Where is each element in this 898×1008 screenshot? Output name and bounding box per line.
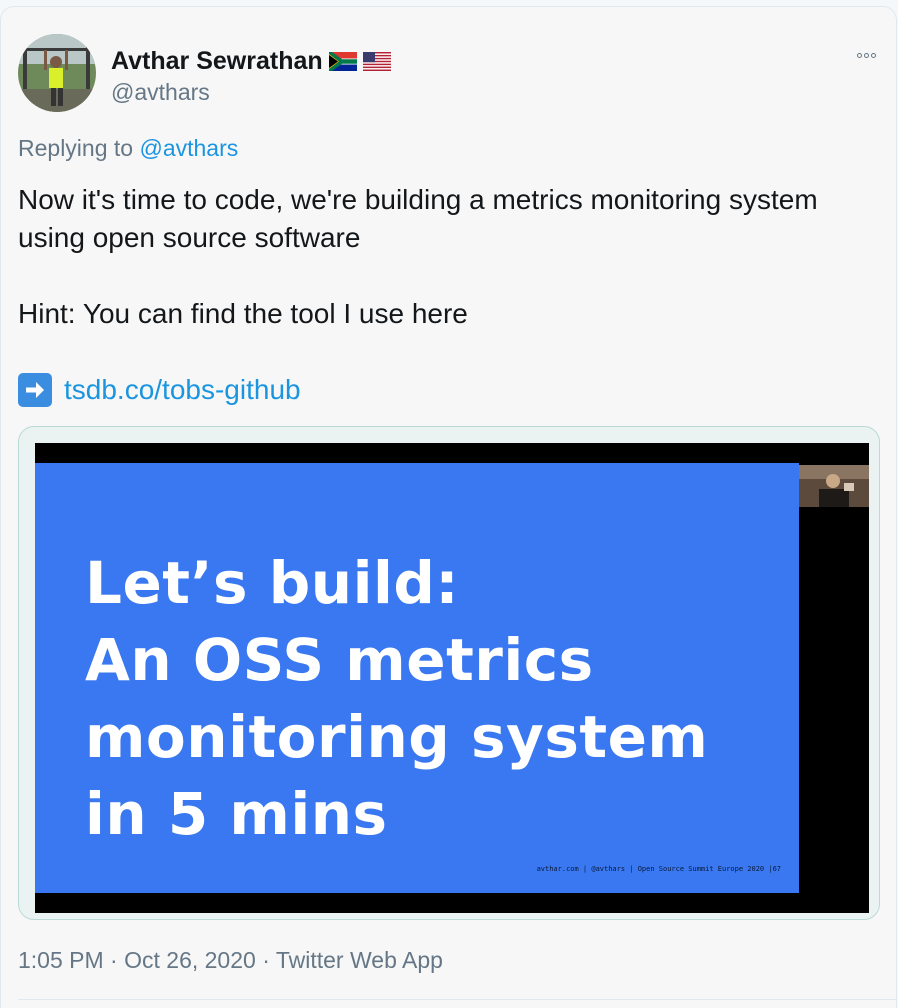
tweet-text: Now it's time to code, we're building a … (18, 181, 878, 409)
video-frame[interactable]: Let’s build: An OSS metrics monitoring s… (35, 443, 869, 913)
reply-prefix: Replying to (18, 135, 134, 161)
divider (18, 999, 896, 1000)
tweet-date[interactable]: Oct 26, 2020 (124, 947, 256, 973)
tweet-time[interactable]: 1:05 PM (18, 947, 104, 973)
slide-line1: Let’s build: (85, 549, 460, 617)
reply-to-link[interactable]: @avthars (139, 135, 238, 161)
tweet-text-line1: Now it's time to code, we're building a … (18, 184, 818, 253)
slide-line3: monitoring system (85, 703, 709, 771)
avatar[interactable] (18, 34, 96, 112)
author-name-row[interactable]: Avthar Sewrathan (111, 47, 391, 76)
tweet-link[interactable]: tsdb.co/tobs-github (64, 371, 301, 409)
slide-title: Let’s build: An OSS metrics monitoring s… (85, 545, 708, 853)
slide: Let’s build: An OSS metrics monitoring s… (35, 463, 799, 893)
avatar-image (18, 34, 96, 112)
meta-separator: · (262, 947, 270, 973)
south-africa-flag-icon (328, 52, 357, 71)
tweet-text-line2: Hint: You can find the tool I use here (18, 298, 468, 329)
right-arrow-icon (18, 373, 52, 407)
author-name[interactable]: Avthar Sewrathan (111, 47, 323, 76)
tweet-card: Avthar Sewrathan @avthars Replying to @a… (0, 6, 897, 1008)
usa-flag-icon (362, 52, 391, 71)
replying-to: Replying to @avthars (18, 135, 238, 162)
meta-separator: · (110, 947, 118, 973)
slide-footer: avthar.com | @avthars | Open Source Summ… (536, 865, 781, 873)
slide-line4: in 5 mins (85, 780, 388, 848)
tweet-source[interactable]: Twitter Web App (276, 947, 443, 973)
tweet-link-line: tsdb.co/tobs-github (18, 371, 878, 409)
slide-line2: An OSS metrics (85, 626, 594, 694)
media-container[interactable]: Let’s build: An OSS metrics monitoring s… (18, 426, 880, 920)
tweet-meta: 1:05 PM · Oct 26, 2020 · Twitter Web App (18, 947, 443, 974)
webcam-thumbnail (799, 465, 869, 507)
author-handle[interactable]: @avthars (111, 79, 210, 106)
more-options-icon[interactable] (857, 53, 876, 58)
